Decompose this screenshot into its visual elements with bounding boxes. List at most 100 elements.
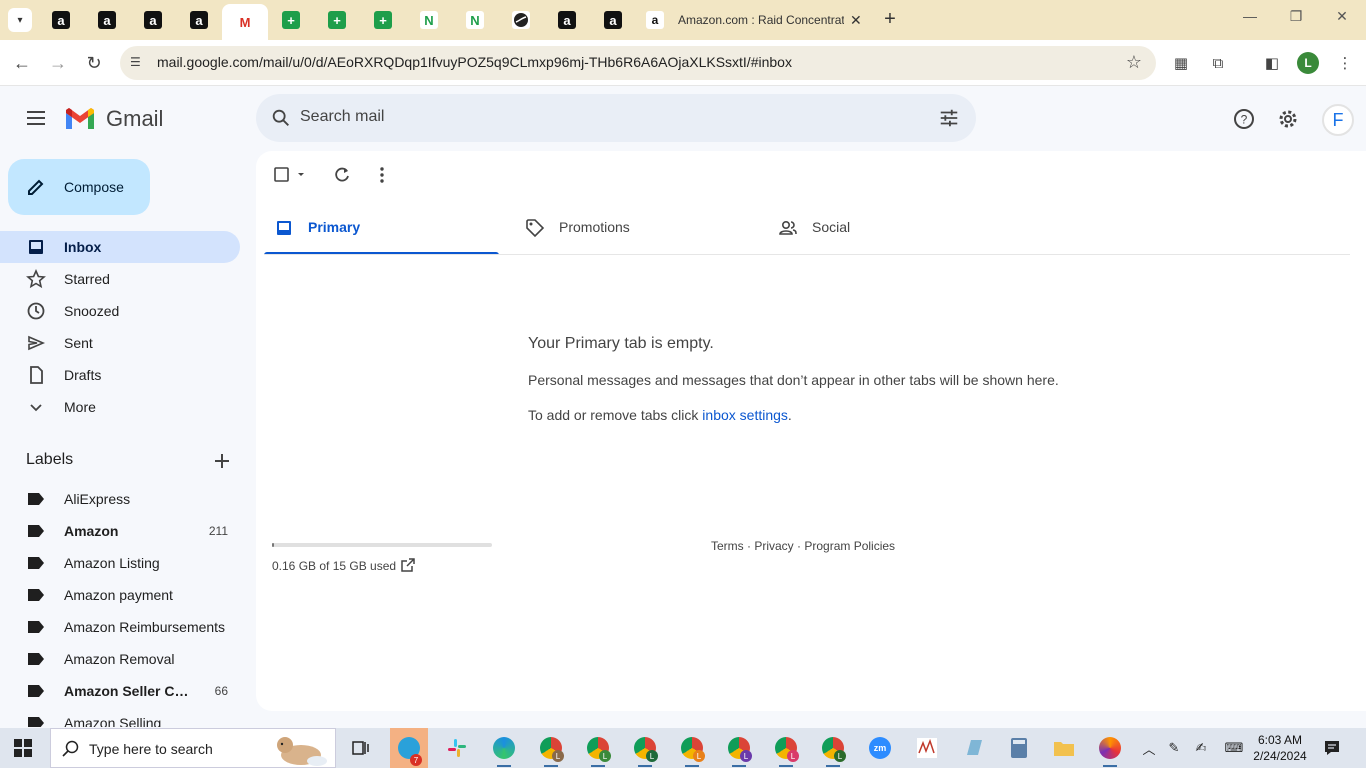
chrome-app-icon[interactable]: L [814,732,852,767]
terms-link[interactable]: Terms [711,539,744,553]
slack-app-icon[interactable] [438,732,476,764]
search-icon[interactable] [270,107,292,129]
draft-icon [30,366,43,384]
browser-profile-avatar[interactable]: L [1297,52,1319,74]
browser-tab[interactable] [498,6,544,34]
tab-social[interactable]: Social [768,200,1003,255]
browser-tab[interactable]: a [130,6,176,34]
program-policies-link[interactable]: Program Policies [804,539,895,553]
label-item[interactable]: AliExpress [0,483,240,515]
help-icon[interactable]: ? [1232,107,1256,131]
back-button[interactable]: ← [8,49,36,77]
tab-primary[interactable]: Primary [264,200,499,255]
main-menu-icon[interactable] [24,107,48,131]
tab-promotions[interactable]: Promotions [515,200,750,255]
pen-icon[interactable]: ✎ [1164,738,1184,758]
browser-tab[interactable]: + [268,6,314,34]
browser-tab[interactable]: a [84,6,130,34]
bookmark-star-icon[interactable]: ☆ [1126,52,1142,73]
chrome-app-icon[interactable]: L [579,732,617,767]
sidebar-item-starred[interactable]: Starred [0,263,240,295]
storage-meter-fill [272,543,275,547]
firefox-app-icon[interactable] [1091,732,1129,767]
browser-tab-amazon-raid[interactable]: a Amazon.com : Raid Concentrate ✕ [638,6,870,34]
minimize-button[interactable]: — [1230,8,1270,32]
close-tab-icon[interactable]: ✕ [850,12,862,29]
chrome-app-icon[interactable]: L [767,732,805,767]
browser-tab[interactable]: + [360,6,406,34]
browser-tab[interactable]: a [544,6,590,34]
refresh-button[interactable] [330,163,354,187]
browser-tab[interactable]: a [590,6,636,34]
select-all-checkbox[interactable] [270,163,310,187]
label-item[interactable]: Amazon Seller Central 66 [0,675,240,707]
search-input[interactable]: Search mail [300,108,384,126]
browser-tab[interactable]: a [38,6,84,34]
amazon-icon: a [190,11,208,29]
gmail-logo[interactable]: Gmail [64,106,163,132]
browser-menu-icon[interactable]: ⋮ [1334,52,1356,74]
zoom-app-icon[interactable]: zm [861,732,899,764]
tab-search-button[interactable]: ▾ [8,8,32,32]
sidebar-item-sent[interactable]: Sent [0,327,240,359]
add-label-icon[interactable] [212,451,232,471]
browser-toolbar: ← → ↻ ☰ mail.google.com/mail/u/0/d/AEoRX… [0,40,1366,86]
system-clock[interactable]: 6:03 AM 2/24/2024 [1252,732,1308,764]
windows-start-icon[interactable] [14,739,32,757]
open-in-new-icon[interactable] [400,557,416,573]
chrome-app-icon[interactable]: L [532,732,570,767]
chevron-up-icon[interactable]: ︿ [1139,738,1159,758]
search-bar[interactable]: Search mail [256,94,976,142]
calculator-app-icon[interactable] [1000,732,1038,764]
label-item[interactable]: Amazon Selling [0,707,240,727]
sidebar-item-more[interactable]: More [0,391,240,423]
privacy-link[interactable]: Privacy [754,539,793,553]
sidebar-item-snoozed[interactable]: Snoozed [0,295,240,327]
label-item[interactable]: Amazon Listing [0,547,240,579]
chrome-app-icon[interactable]: L [720,732,758,767]
keyboard-icon[interactable]: ⌨ [1222,738,1246,758]
search-options-icon[interactable] [938,107,960,129]
taskbar-search-box[interactable]: Type here to search [50,728,336,768]
reload-button[interactable]: ↻ [80,49,108,77]
side-panel-icon[interactable]: ◧ [1261,52,1283,74]
label-name: Amazon Removal [64,651,175,667]
notification-center-icon[interactable] [1322,738,1342,758]
inbox-settings-link[interactable]: inbox settings [702,407,788,423]
sidebar-item-drafts[interactable]: Drafts [0,359,240,391]
chrome-app-icon[interactable]: L [673,732,711,767]
extensions-icon[interactable]: ⧉ [1207,52,1229,74]
stock-chart-app-icon[interactable] [908,732,946,764]
browser-tab[interactable]: N [406,6,452,34]
forward-button[interactable]: → [44,49,72,77]
browser-tab[interactable]: a [176,6,222,34]
restore-button[interactable]: ❐ [1276,8,1316,32]
taskbar-search-input[interactable]: Type here to search [89,741,213,757]
edge-app-icon[interactable] [485,732,523,767]
telegram-app-icon[interactable]: 7 [390,728,428,768]
label-item[interactable]: Amazon 211 [0,515,240,547]
footer-links: Terms · Privacy · Program Policies [711,539,895,553]
task-view-icon[interactable] [341,732,379,764]
clock-date: 2/24/2024 [1253,749,1307,763]
browser-tab-active[interactable]: M [222,4,268,40]
label-item[interactable]: Amazon Removal [0,643,240,675]
site-info-icon[interactable]: ☰ [130,55,146,71]
browser-tab[interactable]: + [314,6,360,34]
chrome-app-icon[interactable]: L [626,732,664,767]
file-explorer-icon[interactable] [1045,732,1083,764]
more-actions-button[interactable] [370,163,394,187]
sidebar-item-inbox[interactable]: Inbox [0,231,240,263]
label-item[interactable]: Amazon Reimbursements [0,611,240,643]
qr-code-icon[interactable]: ▦ [1170,52,1192,74]
label-item[interactable]: Amazon payment [0,579,240,611]
compose-button[interactable]: Compose [8,159,150,215]
settings-gear-icon[interactable] [1276,107,1300,131]
browser-tab[interactable]: N [452,6,498,34]
new-tab-button[interactable]: + [878,8,902,32]
account-avatar[interactable]: F [1322,104,1354,136]
close-window-button[interactable]: ✕ [1322,8,1362,32]
address-bar[interactable]: ☰ mail.google.com/mail/u/0/d/AEoRXRQDqp1… [120,46,1156,80]
pen-workspace-icon[interactable]: ✍ [1191,738,1211,758]
notepad-app-icon[interactable] [955,732,993,764]
